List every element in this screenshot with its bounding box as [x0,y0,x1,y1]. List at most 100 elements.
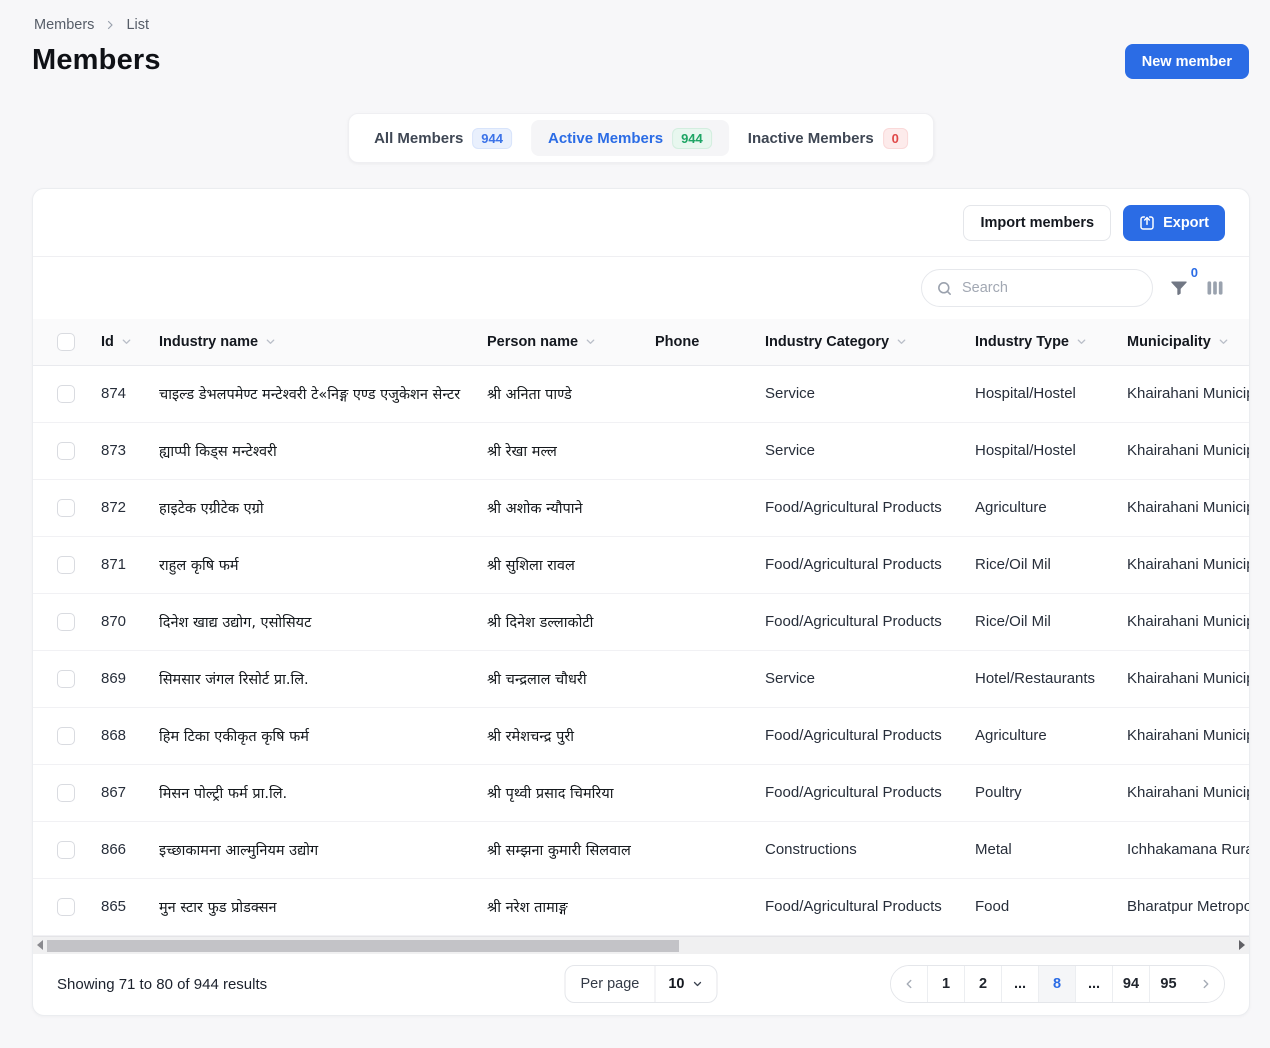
sort-chevron-icon[interactable] [1218,336,1229,347]
page-button[interactable]: 1 [928,965,965,1003]
column-header-label: Id [101,334,114,350]
per-page-control: Per page 10 [565,965,718,1003]
columns-button[interactable] [1205,278,1225,298]
tab[interactable]: All Members 944 [357,120,529,156]
cell-person-name: श्री पृथ्वी प्रसाद चिमरिया [487,764,655,821]
cell-person-name: श्री सुशिला रावल [487,536,655,593]
column-header[interactable]: Person name [487,319,655,365]
filter-button[interactable]: 0 [1169,278,1189,298]
column-header[interactable]: Id [101,319,159,365]
table-row[interactable]: 867 मिसन पोल्ट्री फर्म प्रा.लि. श्री पृथ… [33,764,1250,821]
cell-industry-category: Constructions [765,821,975,878]
scrollbar-thumb[interactable] [47,940,679,952]
card-toolbar: Import members Export [33,189,1249,257]
table-row[interactable]: 868 हिम टिका एकीकृत कृषि फर्म श्री रमेशच… [33,707,1250,764]
cell-industry-type: Hospital/Hostel [975,365,1127,422]
cell-industry-type: Rice/Oil Mil [975,536,1127,593]
row-checkbox[interactable] [57,556,75,574]
row-checkbox[interactable] [57,727,75,745]
table-row[interactable]: 869 सिमसार जंगल रिसोर्ट प्रा.लि. श्री चन… [33,650,1250,707]
chevron-right-icon [104,19,116,31]
previous-page-button[interactable] [891,965,928,1003]
cell-person-name: श्री सम्झना कुमारी सिलवाल [487,821,655,878]
cell-industry-category: Food/Agricultural Products [765,536,975,593]
members-card: Import members Export 0 [32,188,1250,1016]
row-checkbox[interactable] [57,898,75,916]
cell-industry-category: Food/Agricultural Products [765,479,975,536]
search-box[interactable] [921,269,1153,307]
export-button[interactable]: Export [1123,205,1225,241]
sort-chevron-icon[interactable] [1076,336,1087,347]
tab-count-badge: 0 [883,128,908,149]
column-header[interactable]: Industry Type [975,319,1127,365]
scroll-left-arrow-icon[interactable] [37,940,43,950]
page-button[interactable]: 95 [1150,965,1187,1003]
select-all-header [33,319,101,365]
scroll-right-arrow-icon[interactable] [1239,940,1245,950]
next-page-button[interactable] [1187,965,1224,1003]
columns-icon [1205,278,1225,298]
tab[interactable]: Inactive Members 0 [731,120,925,156]
tab-count-badge: 944 [672,128,712,149]
cell-municipality: Khairahani Municipality [1127,536,1250,593]
import-members-button[interactable]: Import members [963,205,1111,241]
cell-municipality: Khairahani Municipality [1127,422,1250,479]
select-all-checkbox[interactable] [57,333,75,351]
column-header[interactable]: Industry Category [765,319,975,365]
page-button[interactable]: 8 [1039,965,1076,1003]
search-input[interactable] [962,280,1138,296]
cell-industry-name: चाइल्ड डेभलपमेण्ट मन्टेश्वरी टे«निङ्ग एण… [159,365,487,422]
sort-chevron-icon[interactable] [585,336,596,347]
cell-phone [655,764,765,821]
cell-phone [655,707,765,764]
card-footer: Showing 71 to 80 of 944 results Per page… [33,954,1249,1016]
column-header[interactable]: Phone [655,319,765,365]
table-row[interactable]: 872 हाइटेक एग्रीटेक एग्रो श्री अशोक न्यौ… [33,479,1250,536]
cell-municipality: Ichhakamana Rural Municipality [1127,821,1250,878]
row-checkbox[interactable] [57,385,75,403]
cell-id: 868 [101,707,159,764]
table-row[interactable]: 865 मुन स्टार फुड प्रोडक्सन श्री नरेश ता… [33,878,1250,935]
row-checkbox[interactable] [57,670,75,688]
sort-chevron-icon[interactable] [896,336,907,347]
cell-municipality: Khairahani Municipality [1127,764,1250,821]
cell-phone [655,593,765,650]
horizontal-scrollbar[interactable] [33,936,1249,954]
table-row[interactable]: 866 इच्छाकामना आल्मुनियम उद्योग श्री सम्… [33,821,1250,878]
table-row[interactable]: 870 दिनेश खाद्य उद्योग, एसोसियट श्री दिन… [33,593,1250,650]
cell-industry-name: इच्छाकामना आल्मुनियम उद्योग [159,821,487,878]
row-checkbox[interactable] [57,499,75,517]
per-page-select[interactable]: 10 [655,976,716,992]
row-checkbox[interactable] [57,442,75,460]
cell-id: 869 [101,650,159,707]
cell-industry-name: हाइटेक एग्रीटेक एग्रो [159,479,487,536]
sort-chevron-icon[interactable] [265,336,276,347]
breadcrumb-members[interactable]: Members [34,17,94,33]
page-ellipsis[interactable]: ... [1076,965,1113,1003]
page-button[interactable]: 94 [1113,965,1150,1003]
cell-id: 872 [101,479,159,536]
cell-person-name: श्री दिनेश डल्लाकोटी [487,593,655,650]
page-button[interactable]: 2 [965,965,1002,1003]
chevron-down-icon [692,978,704,990]
page-ellipsis[interactable]: ... [1002,965,1039,1003]
column-header[interactable]: Industry name [159,319,487,365]
per-page-value: 10 [668,976,684,992]
table-row[interactable]: 874 चाइल्ड डेभलपमेण्ट मन्टेश्वरी टे«निङ्… [33,365,1250,422]
cell-industry-name: हिम टिका एकीकृत कृषि फर्म [159,707,487,764]
new-member-button[interactable]: New member [1125,44,1249,79]
cell-id: 870 [101,593,159,650]
cell-industry-type: Agriculture [975,707,1127,764]
row-checkbox[interactable] [57,613,75,631]
row-checkbox[interactable] [57,841,75,859]
cell-phone [655,536,765,593]
column-header[interactable]: Municipality [1127,319,1250,365]
cell-person-name: श्री नरेश तामाङ्ग [487,878,655,935]
sort-chevron-icon[interactable] [121,336,132,347]
table-row[interactable]: 871 राहुल कृषि फर्म श्री सुशिला रावल Foo… [33,536,1250,593]
cell-industry-category: Service [765,422,975,479]
row-checkbox[interactable] [57,784,75,802]
table-row[interactable]: 873 ह्याप्पी किड्स मन्टेश्वरी श्री रेखा … [33,422,1250,479]
cell-person-name: श्री चन्द्रलाल चौधरी [487,650,655,707]
tab[interactable]: Active Members 944 [531,120,729,156]
